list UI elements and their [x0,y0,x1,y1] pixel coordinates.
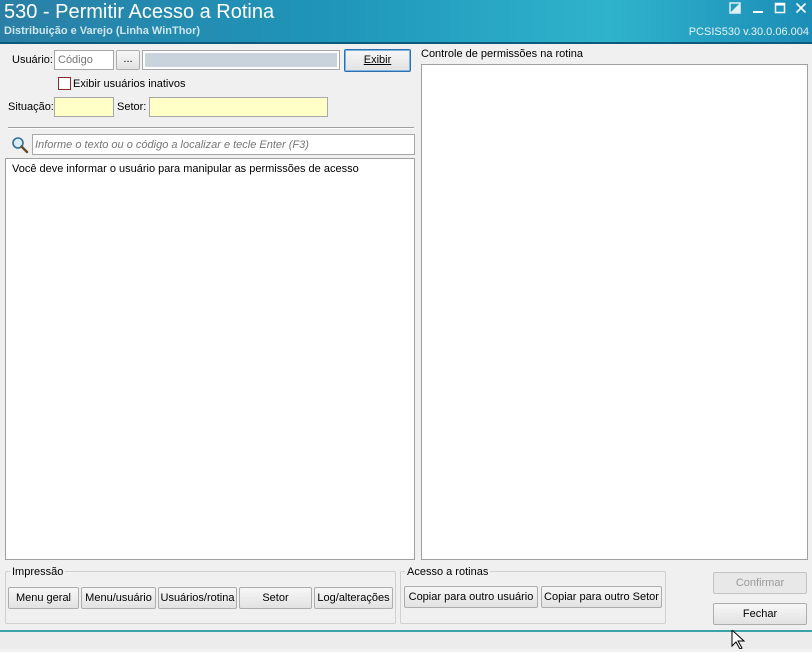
search-icon[interactable] [11,136,29,154]
confirmar-button[interactable]: Confirmar [713,572,807,594]
setor-field[interactable] [149,97,328,117]
permissions-title-text: Controle de permissões na rotina [421,48,584,60]
situacao-label: Situação: [8,101,54,113]
status-bar [0,632,812,649]
mouse-cursor-icon [731,628,751,650]
inactive-users-label: Exibir usuários inativos [73,78,186,90]
window-title: 530 - Permitir Acesso a Rotina [4,1,275,23]
exibir-button-label: Exibir [363,54,392,66]
title-bar-border [0,42,812,44]
fechar-button[interactable]: Fechar [713,603,807,625]
usuario-name-field [142,50,340,70]
search-input[interactable] [32,134,415,155]
usuario-code-input[interactable] [54,50,114,70]
exibir-button[interactable]: Exibir [344,49,411,72]
restore-icon[interactable] [726,2,744,18]
situacao-field[interactable] [54,97,114,117]
setor-print-button[interactable]: Setor [239,587,312,609]
inactive-users-checkbox[interactable] [58,77,71,90]
title-bar: 530 - Permitir Acesso a Rotina Distribui… [0,0,812,42]
users-list-panel[interactable]: Você deve informar o usuário para manipu… [5,158,415,560]
version-label: PCSIS530 v.30.0.06.004 [688,26,809,38]
window-subtitle: Distribuição e Varejo (Linha WinThor) [4,25,201,37]
browse-user-button[interactable]: ... [116,50,140,70]
permissions-title: Controle de permissões na rotina [421,48,583,60]
acesso-title: Acesso a rotinas [405,566,491,578]
usuario-label: Usuário: [12,54,53,66]
log-alteracoes-button[interactable]: Log/alterações [314,587,393,609]
minimize-icon[interactable] [749,2,767,18]
setor-label: Setor: [117,101,147,113]
form-divider-highlight [8,128,414,129]
usuarios-rotina-button[interactable]: Usuários/rotina [158,587,237,609]
menu-usuario-button[interactable]: Menu/usuário [81,587,156,609]
impressao-title: Impressão [10,566,66,578]
permissions-tree-panel[interactable] [421,64,808,560]
close-icon[interactable] [792,2,810,18]
maximize-icon[interactable] [771,2,789,18]
list-message: Você deve informar o usuário para manipu… [12,163,359,175]
menu-geral-button[interactable]: Menu geral [8,587,79,609]
copy-to-sector-button[interactable]: Copiar para outro Setor [541,586,662,608]
copy-to-user-button[interactable]: Copiar para outro usuário [404,586,538,608]
